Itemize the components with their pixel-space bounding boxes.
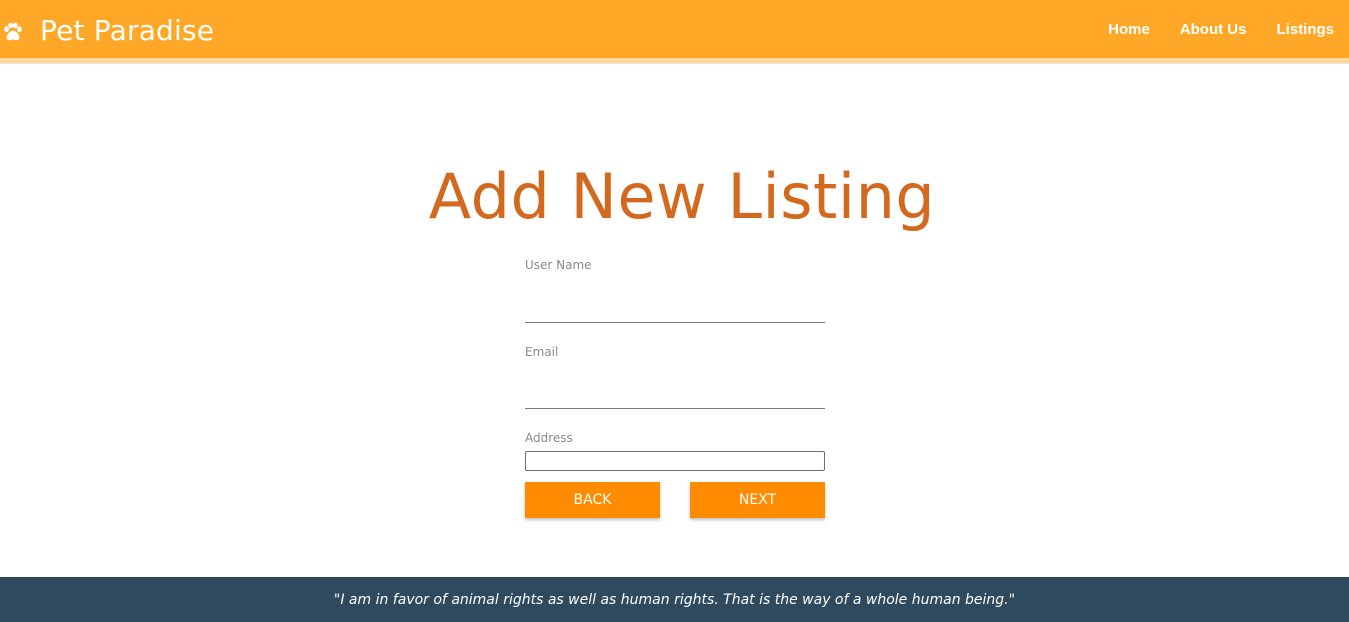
email-input[interactable]	[525, 379, 825, 409]
footer: "I am in favor of animal rights as well …	[0, 577, 1349, 622]
page-title: Add New Listing	[428, 160, 936, 233]
nav-listings[interactable]: Listings	[1276, 21, 1334, 38]
navbar-divider	[0, 63, 1349, 64]
footer-quote: "I am in favor of animal rights as well …	[333, 591, 1016, 608]
nav-home[interactable]: Home	[1108, 21, 1150, 38]
username-input[interactable]	[525, 293, 825, 323]
address-label: Address	[525, 431, 573, 445]
username-label: User Name	[525, 258, 592, 272]
nav-about-us[interactable]: About Us	[1180, 21, 1247, 38]
next-button[interactable]: NEXT	[690, 482, 825, 518]
back-button[interactable]: BACK	[525, 482, 660, 518]
main-nav: Home About Us Listings	[1078, 0, 1334, 58]
address-input[interactable]	[525, 451, 825, 471]
top-navbar: Pet Paradise Home About Us Listings	[0, 0, 1349, 63]
brand-name[interactable]: Pet Paradise	[40, 14, 214, 47]
email-label: Email	[525, 345, 559, 359]
paw-icon	[4, 22, 22, 41]
